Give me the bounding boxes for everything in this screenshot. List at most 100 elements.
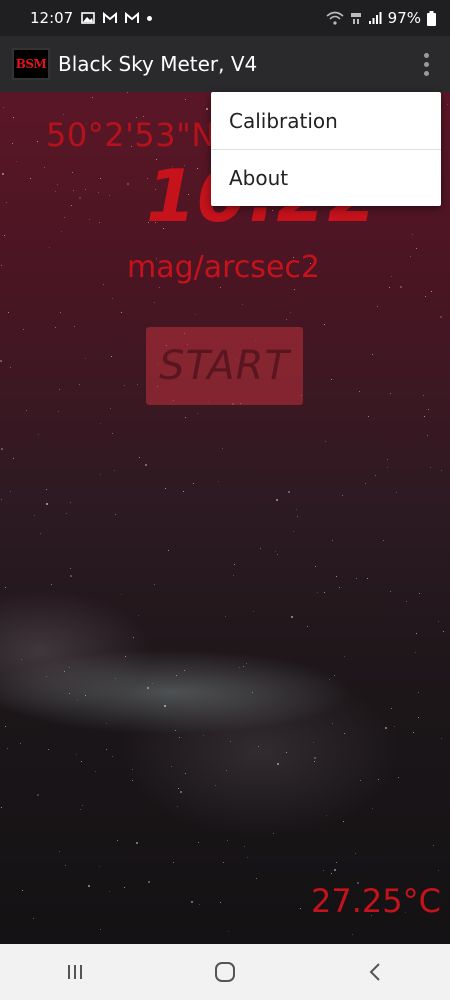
star	[256, 878, 257, 879]
star	[22, 890, 23, 891]
star	[110, 408, 111, 409]
star	[325, 441, 326, 442]
star	[2, 173, 4, 175]
star	[46, 676, 47, 677]
star	[367, 578, 368, 579]
signal-icon	[368, 12, 382, 24]
star	[6, 202, 7, 203]
star	[99, 222, 100, 223]
star	[115, 514, 116, 515]
star	[239, 667, 240, 668]
star	[247, 857, 248, 858]
star	[418, 692, 419, 693]
star	[317, 592, 318, 593]
star	[69, 693, 70, 694]
star	[176, 675, 177, 676]
star	[418, 717, 419, 718]
logo-text: BSM	[15, 57, 47, 71]
star	[61, 231, 62, 232]
star	[184, 670, 185, 671]
star	[5, 587, 6, 588]
star	[180, 791, 182, 793]
star	[288, 491, 290, 493]
navigation-bar	[0, 944, 450, 1000]
app-bar: BSM Black Sky Meter, V4	[0, 36, 450, 92]
star	[100, 178, 101, 179]
star	[185, 417, 186, 418]
star	[51, 584, 52, 585]
star	[57, 184, 58, 185]
star	[385, 727, 387, 729]
star	[391, 276, 392, 277]
star	[3, 107, 4, 108]
star	[137, 384, 138, 385]
star	[297, 516, 298, 517]
app-title: Black Sky Meter, V4	[58, 52, 258, 76]
star	[49, 247, 50, 248]
start-button[interactable]: START	[146, 327, 303, 405]
star	[260, 548, 261, 549]
star	[440, 316, 442, 318]
star	[344, 733, 345, 734]
status-left: 12:07	[30, 9, 153, 27]
star	[100, 929, 101, 930]
star	[191, 901, 193, 903]
star	[79, 384, 80, 385]
star	[127, 92, 128, 93]
star	[252, 692, 253, 693]
star	[37, 794, 39, 796]
star	[10, 491, 11, 492]
menu-item-about[interactable]: About	[211, 149, 441, 206]
star	[85, 695, 86, 696]
star	[286, 319, 287, 320]
star	[416, 633, 417, 634]
home-button[interactable]	[195, 952, 255, 992]
star	[410, 256, 411, 257]
star	[215, 785, 216, 786]
star	[290, 312, 291, 313]
star	[4, 235, 5, 236]
menu-item-calibration[interactable]: Calibration	[211, 92, 441, 149]
star	[121, 312, 122, 313]
star	[242, 304, 243, 305]
star	[334, 869, 336, 871]
star	[127, 183, 129, 185]
star	[230, 741, 231, 742]
wifi-icon	[326, 11, 344, 25]
overflow-menu-button[interactable]	[414, 46, 438, 82]
star	[179, 737, 180, 738]
star	[416, 248, 417, 249]
star	[356, 578, 357, 579]
star	[133, 637, 134, 638]
star	[1, 448, 3, 450]
star	[447, 104, 448, 105]
star	[148, 881, 150, 883]
star	[125, 656, 126, 657]
star	[222, 448, 223, 449]
star	[413, 732, 414, 733]
star	[329, 679, 330, 680]
more-vert-icon-dot	[423, 70, 429, 76]
star	[225, 616, 226, 617]
star	[132, 769, 133, 770]
star	[33, 918, 34, 919]
star	[114, 470, 115, 471]
notification-dot-icon	[147, 15, 153, 21]
star	[183, 491, 184, 492]
recent-apps-button[interactable]	[45, 952, 105, 992]
star	[273, 833, 274, 834]
star	[438, 621, 439, 622]
star	[220, 902, 221, 903]
home-icon	[215, 962, 235, 982]
star	[165, 488, 166, 489]
star	[0, 360, 2, 362]
star	[203, 735, 204, 736]
app-logo: BSM	[12, 48, 50, 80]
star	[244, 846, 245, 847]
star	[387, 459, 388, 460]
gmail-icon	[125, 12, 140, 23]
back-button[interactable]	[345, 952, 405, 992]
star	[81, 761, 82, 762]
reading-unit: mag/arcsec2	[127, 250, 320, 285]
star	[253, 611, 254, 612]
